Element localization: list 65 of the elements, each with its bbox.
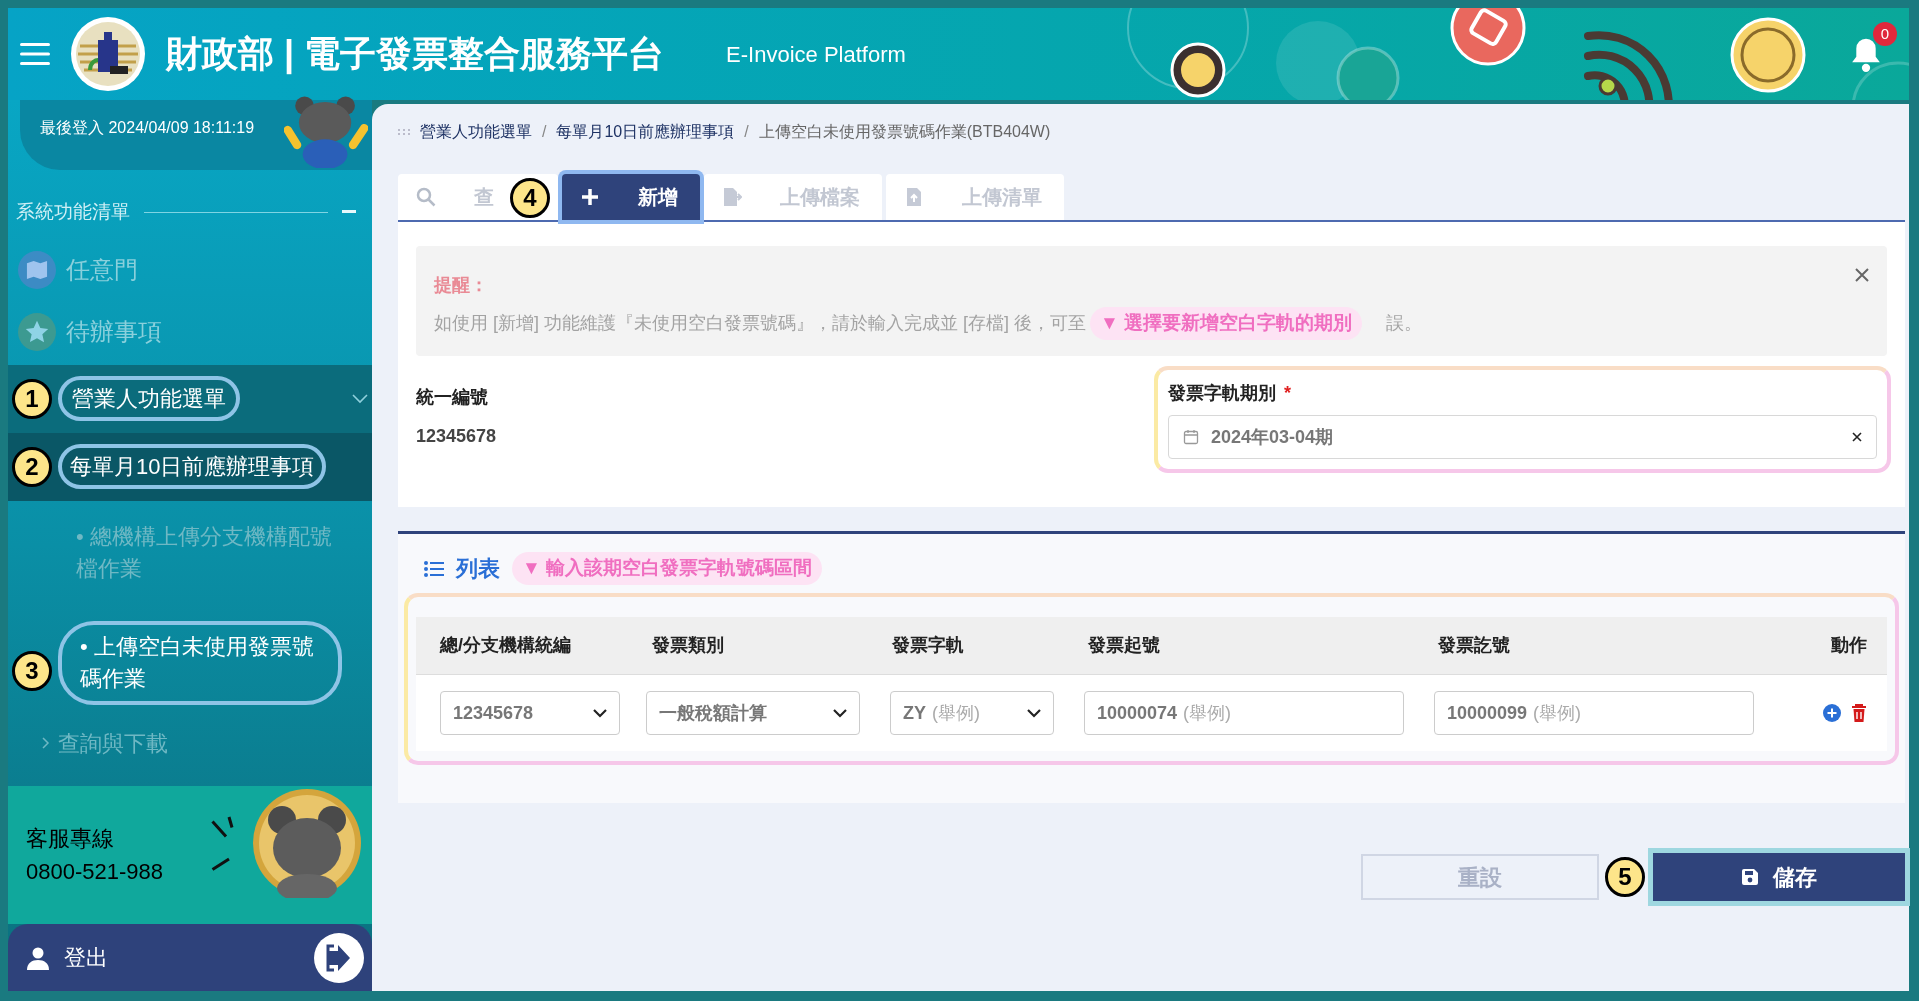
collapse-icon[interactable]: [342, 210, 356, 215]
map-icon: [18, 250, 56, 289]
step-badge: 1: [12, 378, 52, 419]
breadcrumb-separator: /: [542, 122, 547, 142]
chevron-icon[interactable]: [352, 393, 368, 404]
start-number-field[interactable]: 10000074 (舉例): [1084, 691, 1404, 735]
save-icon: [1741, 868, 1759, 886]
menu-item[interactable]: 營業人功能選單: [58, 376, 240, 421]
caret-icon: [1027, 708, 1041, 718]
notification-badge: 0: [1873, 22, 1897, 46]
track-select[interactable]: ZY (舉例): [890, 691, 1054, 735]
column-header: 總/分支機構統編: [440, 635, 571, 655]
column-header: 發票字軌: [892, 635, 964, 655]
last-login-text: 最後登入 2024/04/09 18:11:19: [40, 118, 255, 138]
logout-icon[interactable]: [314, 932, 364, 983]
column-header: 發票類別: [652, 635, 724, 655]
field-label: 發票字軌期別: [1168, 382, 1276, 405]
list-icon: [424, 560, 444, 577]
document-icon: [904, 187, 924, 207]
close-icon[interactable]: [1855, 268, 1869, 282]
breadcrumb-separator: /: [744, 122, 749, 142]
breadcrumb-link[interactable]: 上傳空白未使用發票號碼作業(BTB404W): [758, 120, 1051, 144]
breadcrumb-link[interactable]: 每單月10日前應辦理事項: [556, 120, 735, 144]
step-badge: 3: [12, 650, 52, 691]
search-icon: [416, 187, 436, 207]
support-phone: 0800-521-988: [26, 858, 163, 886]
step-badge: 5: [1605, 857, 1645, 897]
required-mark: *: [1284, 382, 1291, 405]
field-value: 12345678: [416, 425, 498, 448]
notice-title: 提醒：: [434, 274, 488, 297]
notice-text: 誤。: [1386, 311, 1423, 335]
menu-section-title: 系統功能清單: [16, 200, 130, 224]
date-field[interactable]: 2024年03-04期: [1168, 415, 1877, 459]
site-subtitle: E-Invoice Platform: [726, 40, 906, 69]
end-number-field[interactable]: 10000099 (舉例): [1434, 691, 1754, 735]
add-row-icon[interactable]: [1823, 704, 1841, 722]
menu-link[interactable]: • 上傳空白未使用發票號碼作業: [58, 620, 342, 705]
field-label: 統一編號: [416, 386, 489, 409]
section-title: 列表: [456, 555, 500, 583]
branch-select[interactable]: 12345678: [440, 691, 620, 735]
site-title: 財政部 | 電子發票整合服務平台: [166, 32, 665, 77]
hint-label: ▼ 選擇要新增空白字軌的期別: [1090, 307, 1363, 340]
grip-icon: [398, 129, 410, 135]
plus-icon: [580, 187, 600, 207]
step-badge: 2: [12, 446, 52, 487]
breadcrumb-link[interactable]: 營業人功能選單: [420, 120, 532, 144]
column-header: 動作: [1831, 635, 1867, 655]
document-icon: [722, 187, 742, 207]
notice-text: 如使用 [新增] 功能維護『未使用空白發票號碼』，請於輸入完成並 [存檔] 後，可至: [434, 311, 1086, 335]
clear-icon[interactable]: [1852, 432, 1862, 442]
logo-icon: [70, 16, 146, 92]
caret-icon: [593, 708, 607, 718]
column-header: 發票起號: [1088, 635, 1160, 655]
user-icon: [26, 945, 50, 970]
logout-link[interactable]: 登出: [64, 941, 108, 974]
column-header: 發票訖號: [1438, 635, 1510, 655]
calendar-icon: [1183, 429, 1199, 445]
submenu-item[interactable]: 每單月10日前應辦理事項: [58, 444, 327, 489]
hint-label: ▼ 輸入該期空白發票字軌號碼區間: [512, 552, 823, 585]
delete-icon[interactable]: [1851, 704, 1867, 722]
type-select[interactable]: 一般稅額計算: [646, 691, 860, 735]
caret-icon: [833, 708, 847, 718]
date-value: 2024年03-04期: [1211, 425, 1334, 449]
support-label: 客服專線: [26, 825, 115, 853]
menu-icon[interactable]: [20, 42, 50, 66]
